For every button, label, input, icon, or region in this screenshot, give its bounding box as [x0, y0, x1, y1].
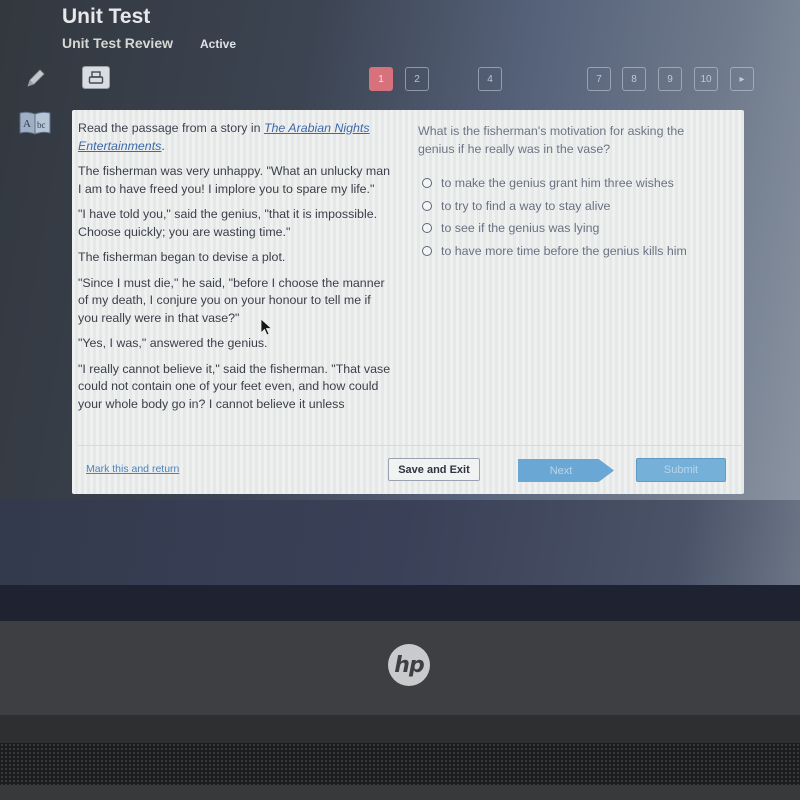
mouse-cursor-icon — [260, 318, 273, 336]
screen-lower-area — [0, 500, 800, 585]
page-button-2[interactable]: 2 — [405, 67, 429, 91]
next-button[interactable]: Next — [518, 459, 614, 482]
print-icon — [88, 70, 104, 84]
svg-text:bc: bc — [37, 120, 46, 130]
page-button-7[interactable]: 7 — [587, 67, 611, 91]
page-button-1[interactable]: 1 — [369, 67, 393, 91]
passage-paragraph: "Yes, I was," answered the genius. — [78, 336, 268, 350]
hp-logo-icon: hp — [388, 644, 430, 686]
passage-intro-text: Read the passage from a story in — [78, 121, 264, 135]
question-prompt: What is the fisherman's motivation for a… — [418, 124, 685, 156]
passage-paragraph: "Since I must die," he said, "before I c… — [78, 275, 385, 325]
pencil-icon — [27, 69, 45, 87]
save-and-exit-button[interactable]: Save and Exit — [388, 458, 480, 481]
footer-divider — [78, 445, 742, 446]
radio-button[interactable] — [422, 223, 432, 234]
option-label: to make the genius grant him three wishe… — [441, 176, 674, 191]
page-button-8[interactable]: 8 — [622, 67, 646, 91]
pencil-tool-button[interactable] — [24, 66, 48, 90]
passage-paragraph: The fisherman began to devise a plot. — [78, 250, 286, 264]
laptop-base-edge — [0, 785, 800, 800]
reading-passage[interactable]: Read the passage from a story in The Ara… — [78, 120, 394, 442]
option-label: to try to find a way to stay alive — [441, 198, 611, 213]
radio-button[interactable] — [422, 245, 432, 256]
submit-button[interactable]: Submit — [636, 458, 726, 482]
page-button-9[interactable]: 9 — [658, 67, 682, 91]
question-card: Read the passage from a story in The Ara… — [72, 110, 744, 494]
radio-button[interactable] — [422, 178, 432, 189]
print-button[interactable] — [82, 66, 110, 89]
answer-options: to make the genius grant him three wishe… — [418, 172, 738, 262]
svg-text:A: A — [23, 118, 31, 130]
dictionary-button[interactable]: A bc — [18, 110, 52, 136]
speaker-grille — [0, 743, 800, 785]
passage-intro-period: . — [161, 138, 165, 153]
status-badge: Active — [200, 37, 237, 51]
next-page-arrow-icon[interactable]: ▸ — [730, 67, 754, 91]
page-button-4[interactable]: 4 — [478, 67, 502, 91]
laptop-hinge — [0, 715, 800, 743]
passage-intro: Read the passage from a story in The Ara… — [78, 120, 394, 155]
passage-paragraph: "I have told you," said the genius, "tha… — [78, 207, 378, 239]
answer-option-3[interactable]: to see if the genius was lying — [418, 217, 738, 240]
screen-bezel — [0, 585, 800, 621]
dictionary-icon: A bc — [19, 111, 51, 135]
answer-option-1[interactable]: to make the genius grant him three wishe… — [418, 172, 738, 195]
passage-paragraph: "I really cannot believe it," said the f… — [78, 361, 391, 411]
option-label: to see if the genius was lying — [441, 221, 600, 236]
answer-option-4[interactable]: to have more time before the genius kill… — [418, 240, 738, 263]
page-title: Unit Test — [62, 5, 151, 28]
page-button-10[interactable]: 10 — [694, 67, 718, 91]
page-subtitle: Unit Test Review — [62, 35, 173, 51]
option-label: to have more time before the genius kill… — [441, 243, 687, 258]
passage-paragraph: The fisherman was very unhappy. "What an… — [78, 164, 391, 196]
answer-option-2[interactable]: to try to find a way to stay alive — [418, 195, 738, 218]
radio-button[interactable] — [422, 200, 432, 211]
mark-and-return-link[interactable]: Mark this and return — [86, 463, 179, 475]
